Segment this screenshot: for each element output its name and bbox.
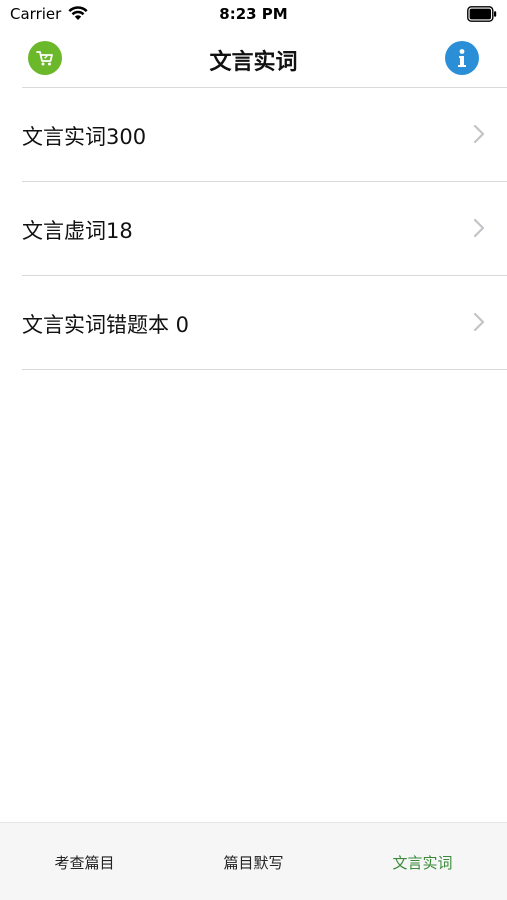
status-time: 8:23 PM — [219, 5, 288, 23]
chevron-right-icon — [473, 218, 485, 238]
tab-shici[interactable]: 文言实词 — [338, 823, 507, 900]
list-item-label: 文言实词错题本 0 — [22, 313, 190, 337]
list-item-label: 文言虚词18 — [22, 219, 133, 243]
list-item-shici[interactable]: 文言实词300 — [22, 88, 507, 182]
page-title: 文言实词 — [209, 50, 298, 75]
info-button[interactable] — [445, 41, 479, 75]
tab-moxie[interactable]: 篇目默写 — [169, 823, 338, 900]
tab-kaocha[interactable]: 考查篇目 — [0, 823, 169, 900]
status-bar: Carrier 8:23 PM — [0, 0, 507, 30]
info-icon — [458, 49, 466, 67]
list-item-xuci[interactable]: 文言虚词18 — [22, 182, 507, 276]
chevron-right-icon — [473, 312, 485, 332]
tab-bar: 考查篇目 篇目默写 文言实词 — [0, 822, 507, 900]
menu-list: 文言实词300 文言虚词18 文言实词错题本 0 — [0, 87, 507, 370]
battery-icon — [467, 6, 497, 22]
chevron-right-icon — [473, 124, 485, 144]
list-item-label: 文言实词300 — [22, 125, 147, 149]
app-screen: Carrier 8:23 PM 文言实词 文言实词300 文言虚词18 文言实词… — [0, 0, 507, 900]
nav-bar: 文言实词 — [0, 30, 507, 88]
list-item-mistakes[interactable]: 文言实词错题本 0 — [22, 276, 507, 370]
